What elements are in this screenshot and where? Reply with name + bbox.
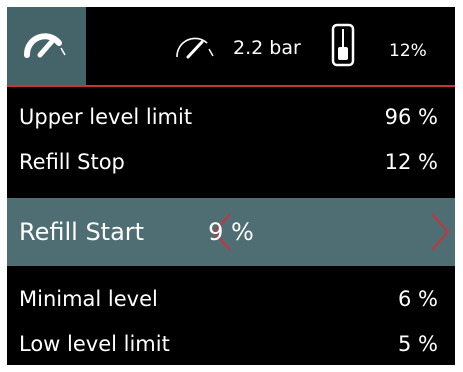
gauge-icon (24, 33, 66, 58)
tab-pressure[interactable] (7, 7, 86, 85)
setting-refill-stop[interactable]: Refill Stop 12 % (7, 138, 455, 186)
pressure-gauge-icon (176, 37, 214, 59)
setting-label: Minimal level (19, 287, 158, 311)
setting-refill-start[interactable]: Refill Start 9 % (7, 198, 455, 266)
setting-upper-level-limit[interactable]: Upper level limit 96 % (7, 93, 455, 141)
setting-value: 6 % (398, 287, 438, 311)
setting-value: 96 % (384, 105, 438, 129)
setting-label: Upper level limit (19, 105, 193, 129)
setting-value: 5 % (398, 332, 438, 356)
setting-label: Refill Stop (19, 150, 125, 174)
setting-minimal-level[interactable]: Minimal level 6 % (7, 275, 455, 323)
tank-level-value: 12% (389, 41, 427, 61)
pressure-value: 2.2 bar (233, 37, 301, 59)
device-screen: 2.2 bar 12% Upper level limit 96 % Refil… (7, 7, 455, 365)
setting-value[interactable]: 9 % (7, 198, 455, 266)
header-divider (7, 85, 455, 87)
status-bar: 2.2 bar 12% (7, 7, 455, 85)
tank-level-icon (331, 23, 355, 67)
setting-low-level-limit[interactable]: Low level limit 5 % (7, 320, 455, 365)
setting-value: 12 % (384, 150, 438, 174)
chevron-right-icon[interactable] (429, 212, 451, 252)
setting-label: Low level limit (19, 332, 170, 356)
